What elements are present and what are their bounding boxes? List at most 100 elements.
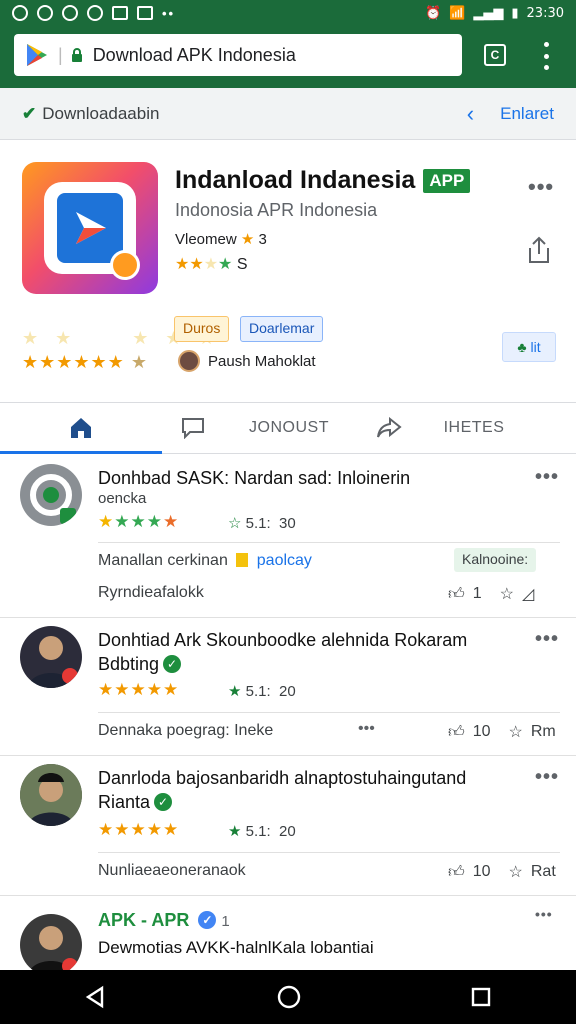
breadcrumb: ✔ Downloadaabin ‹ Enlaret [0, 88, 576, 140]
score-value: 5.1: [245, 683, 271, 700]
list-item[interactable]: Donhtiad Ark Skounboodke alehnida Rokara… [0, 618, 576, 756]
tab-home[interactable] [0, 403, 162, 454]
more-icon[interactable]: ••• [528, 174, 554, 200]
cast-icon [137, 6, 153, 20]
more-icon[interactable]: ••• [535, 628, 559, 651]
star-icon: ★★ [175, 256, 204, 273]
signal-icon: ▂▄▆ [473, 5, 504, 21]
developer-chip[interactable]: Doarlemar [240, 316, 324, 342]
forward-icon [377, 417, 402, 438]
star-outline-icon[interactable]: ☆ [509, 862, 523, 882]
notification-icon [12, 5, 28, 21]
more-icon[interactable]: ••• [535, 766, 559, 789]
review-title: Donhtiad Ark Skounboodke alehnida Rokara… [98, 630, 468, 650]
star-outline-icon[interactable]: ☆ [509, 722, 523, 742]
verified-icon: ✓ [163, 655, 182, 673]
star-empty-icon: ★ [203, 256, 219, 273]
menu-kebab-icon[interactable] [538, 42, 554, 70]
subtitle-text: Bdbting [98, 654, 160, 674]
tab-bar: JONOUST IHETES [0, 402, 576, 454]
play-arrow-icon [76, 212, 106, 244]
home-nav-icon[interactable] [276, 984, 302, 1010]
review-title: APK - APR ✓ 1 [98, 910, 230, 931]
review-link[interactable]: paolcay [257, 552, 312, 569]
developer-name: Paush Mahoklat [208, 352, 316, 370]
category-chip[interactable]: Duros [174, 316, 230, 342]
verified-icon: ✓ [154, 793, 173, 811]
title-count: 1 [221, 913, 230, 930]
review-subtitle: oencka [98, 490, 147, 507]
score-count: 20 [279, 823, 296, 840]
avatar [20, 464, 82, 526]
url-text: Download APK Indonesia [92, 44, 296, 65]
divider [98, 712, 560, 713]
list-item[interactable]: APK - APR ✓ 1 Dewmotias AVKK-halnlKala l… [0, 896, 576, 976]
install-label: lit [530, 339, 541, 355]
review-foot: Nunliaeaeoneranaok [98, 862, 246, 879]
app-rating: ★★★★ S [175, 254, 248, 274]
whatsapp-icon [62, 5, 78, 21]
app-header: Indanload Indanesia APP ••• Indonosia AP… [0, 140, 576, 402]
review-score: ★ 5.1: 20 [228, 683, 296, 700]
review-subtitle: Dewmotias AVKK-halnlKala lobantiai [98, 938, 374, 957]
like-count: 10 [472, 723, 491, 740]
share-icon[interactable] [526, 236, 552, 264]
avatar [178, 350, 200, 372]
tab-share[interactable] [354, 403, 424, 453]
android-icon: ♣ [517, 339, 527, 355]
app-subtitle: Indonosia APR Indonesia [175, 200, 378, 220]
url-field[interactable]: | Download APK Indonesia [14, 34, 462, 76]
back-icon[interactable] [84, 985, 108, 1009]
person-photo-icon [28, 636, 78, 688]
review-actions: 👍︎ 10 ☆ Rat [448, 862, 556, 882]
app-title: Indanload Indanesia APP [175, 166, 471, 195]
play-store-icon [27, 44, 47, 66]
title-text: APK - APR [98, 910, 190, 930]
star-outline-icon[interactable]: ☆ [500, 584, 514, 604]
wifi-icon: 📶 [449, 5, 466, 21]
like-icon[interactable]: 👍︎ [448, 585, 465, 604]
tabs-button[interactable]: C [484, 44, 506, 66]
review-title: Donhbad SASK: Nardan sad: Inloinerin [98, 468, 411, 488]
like-icon[interactable]: 👍︎ [448, 863, 465, 882]
app-logo-icon [30, 474, 76, 524]
review-mid: Manallan cerkinan paolcay [98, 552, 312, 570]
review-subtitle: Bdbting ✓ [98, 654, 182, 675]
avatar [20, 626, 82, 688]
app-icon [22, 162, 158, 294]
alarm-icon [37, 5, 53, 21]
person-photo-icon [28, 926, 78, 976]
person-photo-icon [20, 764, 82, 826]
app-meta: Vleomew ★ 3 [175, 230, 267, 248]
app-meta-count: 3 [258, 231, 267, 248]
star-green-icon: ★ [218, 256, 233, 273]
folder-icon [236, 553, 249, 567]
send-icon[interactable]: ◿ [522, 584, 534, 604]
chat-badge-icon [110, 250, 140, 280]
more-dots-icon: •• [162, 5, 176, 21]
score-value: 5.1: [245, 515, 271, 532]
review-actions: 👍︎ 10 ☆ Rm [448, 722, 556, 742]
recents-icon[interactable] [470, 986, 492, 1008]
tab-jonoust[interactable]: JONOUST [224, 403, 354, 453]
review-chip[interactable]: Kalnooine: [454, 548, 537, 572]
verified-icon: ✓ [198, 911, 217, 929]
more-icon[interactable]: ••• [535, 466, 559, 489]
rating-stars: ★★★★★★ ★ [22, 352, 148, 372]
more-icon[interactable]: ••• [535, 906, 553, 922]
tab-chat[interactable] [162, 403, 224, 453]
avatar [20, 764, 82, 826]
breadcrumb-action[interactable]: Enlaret [500, 104, 554, 124]
tab-ihetes[interactable]: IHETES [424, 403, 524, 453]
like-count: 10 [472, 863, 491, 880]
back-chevron-icon[interactable]: ‹ [467, 101, 474, 127]
like-icon[interactable]: 👍︎ [448, 723, 465, 742]
install-button[interactable]: ♣ lit [502, 332, 556, 362]
list-item[interactable]: Donhbad SASK: Nardan sad: Inloinerin oen… [0, 456, 576, 618]
clock: 23:30 [526, 5, 564, 21]
flame-icon: ★ [240, 231, 255, 248]
list-item[interactable]: Danrloda bajosanbaridh alnaptostuhaingut… [0, 756, 576, 896]
review-title: Danrloda bajosanbaridh alnaptostuhaingut… [98, 768, 467, 788]
review-actions: 👍︎ 1 ☆ ◿ [448, 584, 534, 604]
ellipsis-icon[interactable]: ••• [358, 720, 375, 738]
